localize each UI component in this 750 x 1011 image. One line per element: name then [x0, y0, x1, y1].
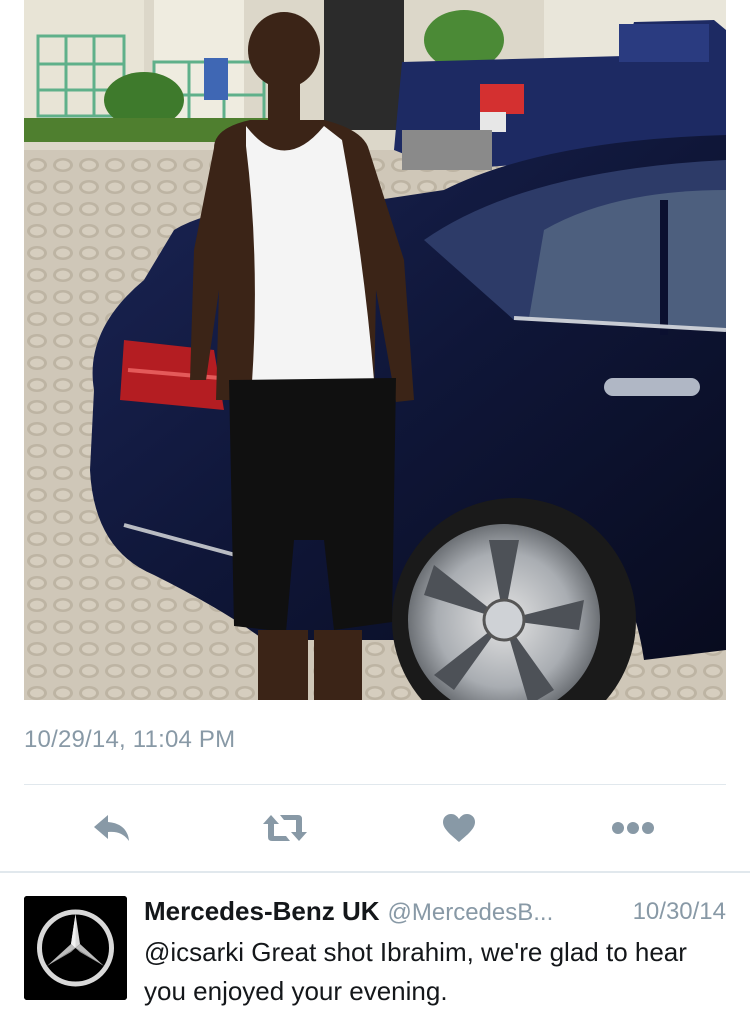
tweet-action-bar	[0, 800, 750, 856]
reply-author-name[interactable]: Mercedes-Benz UK	[144, 896, 380, 926]
more-icon	[612, 822, 654, 834]
reply-tweet[interactable]: Mercedes-Benz UK @MercedesB... 10/30/14 @…	[24, 896, 726, 1006]
more-button[interactable]	[605, 806, 661, 850]
tweet-photo[interactable]	[24, 0, 726, 700]
tweet-timestamp: 10/29/14, 11:04 PM	[24, 726, 236, 753]
section-divider	[0, 871, 750, 873]
avatar[interactable]	[24, 896, 127, 1000]
reply-icon	[94, 815, 129, 841]
retweet-button[interactable]	[257, 806, 313, 850]
favorite-button[interactable]	[431, 806, 487, 850]
mercedes-star-logo	[24, 896, 127, 1000]
reply-button[interactable]	[84, 806, 140, 850]
reply-author-handle[interactable]: @MercedesB...	[388, 899, 554, 926]
heart-icon	[443, 814, 475, 842]
retweet-icon	[263, 815, 307, 841]
reply-date: 10/30/14	[626, 898, 726, 926]
reply-text: @icsarki Great shot Ibrahim, we're glad …	[144, 937, 687, 1006]
timestamp-divider	[24, 784, 726, 785]
